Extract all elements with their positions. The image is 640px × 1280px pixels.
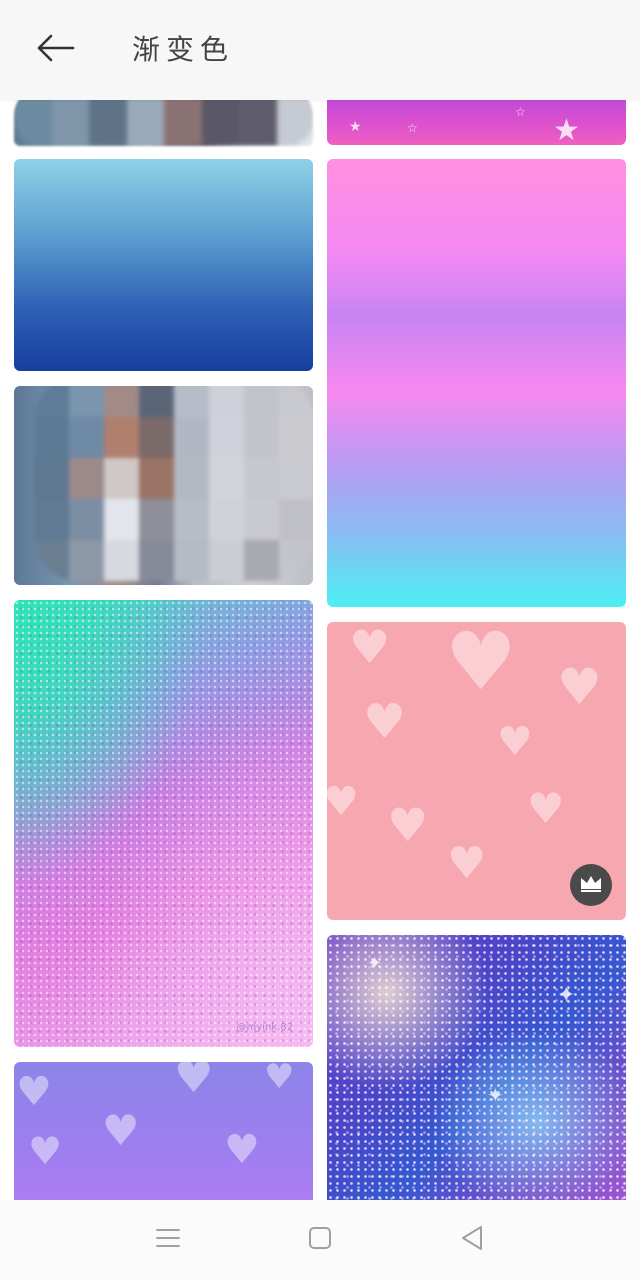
crown-icon <box>579 873 603 897</box>
home-button[interactable] <box>300 1220 340 1260</box>
wallpaper-card-pastel-gradient[interactable] <box>327 159 626 607</box>
heart-decoration: ♥ <box>497 719 533 765</box>
system-navigation-bar <box>0 1200 640 1280</box>
galaxy-texture <box>327 935 626 1200</box>
wallpaper-card-galaxy[interactable]: ✦ ✦ ✦ <box>327 935 626 1200</box>
wallpaper-card-blue-gradient[interactable] <box>14 159 313 371</box>
heart-decoration: ♥ <box>557 658 602 716</box>
home-square-icon <box>308 1226 332 1254</box>
glitter-texture <box>14 600 313 1047</box>
wallpaper-card-purple-hearts[interactable]: ♥ ♥ ♥ ♥ ♥ ♥ <box>14 1062 313 1200</box>
back-button[interactable] <box>30 28 80 72</box>
heart-decoration: ♥ <box>447 838 487 889</box>
heart-decoration: ♥ <box>445 622 517 708</box>
back-nav-button[interactable] <box>452 1220 492 1260</box>
heart-decoration: ♥ <box>28 1129 63 1173</box>
page-title: 渐变色 <box>132 33 235 66</box>
wallpaper-card-blurred-mid[interactable] <box>14 386 313 585</box>
arrow-left-icon <box>35 33 75 67</box>
menu-button[interactable] <box>148 1220 188 1260</box>
heart-decoration: ♥ <box>349 622 391 674</box>
heart-decoration: ♥ <box>16 1069 52 1115</box>
wallpaper-card-pink-hearts[interactable]: ♥ ♥ ♥ ♥ ♥ ♥ ♥ ♥ ♥ <box>327 622 626 920</box>
wallpaper-card-glitter[interactable]: @myink.82 <box>14 600 313 1047</box>
wallpaper-grid: @myink.82 ♥ ♥ ♥ ♥ ♥ ♥ ★ ☆ ☆ ★ ♥ ♥ ♥ ♥ ♥ … <box>0 0 640 1200</box>
heart-decoration: ♥ <box>264 1062 295 1097</box>
watermark-text: @myink.82 <box>236 1022 293 1033</box>
back-triangle-icon <box>460 1225 484 1255</box>
star-decoration: ✦ <box>487 1083 504 1107</box>
star-decoration: ☆ <box>515 105 526 119</box>
heart-decoration: ♥ <box>224 1127 260 1173</box>
star-decoration: ✦ <box>557 983 576 1008</box>
menu-icon <box>155 1227 181 1253</box>
star-decoration: ☆ <box>407 121 418 135</box>
heart-decoration: ♥ <box>387 798 429 852</box>
top-bar: 渐变色 <box>0 0 640 100</box>
heart-decoration: ♥ <box>327 779 359 825</box>
vip-badge <box>570 864 612 906</box>
heart-decoration: ♥ <box>102 1106 140 1155</box>
heart-decoration: ♥ <box>363 694 407 750</box>
star-decoration: ✦ <box>367 953 383 974</box>
mosaic-blur <box>34 386 313 581</box>
heart-decoration: ♥ <box>527 784 565 833</box>
star-decoration: ★ <box>553 113 580 146</box>
heart-decoration: ♥ <box>174 1062 214 1103</box>
star-decoration: ★ <box>349 119 362 135</box>
